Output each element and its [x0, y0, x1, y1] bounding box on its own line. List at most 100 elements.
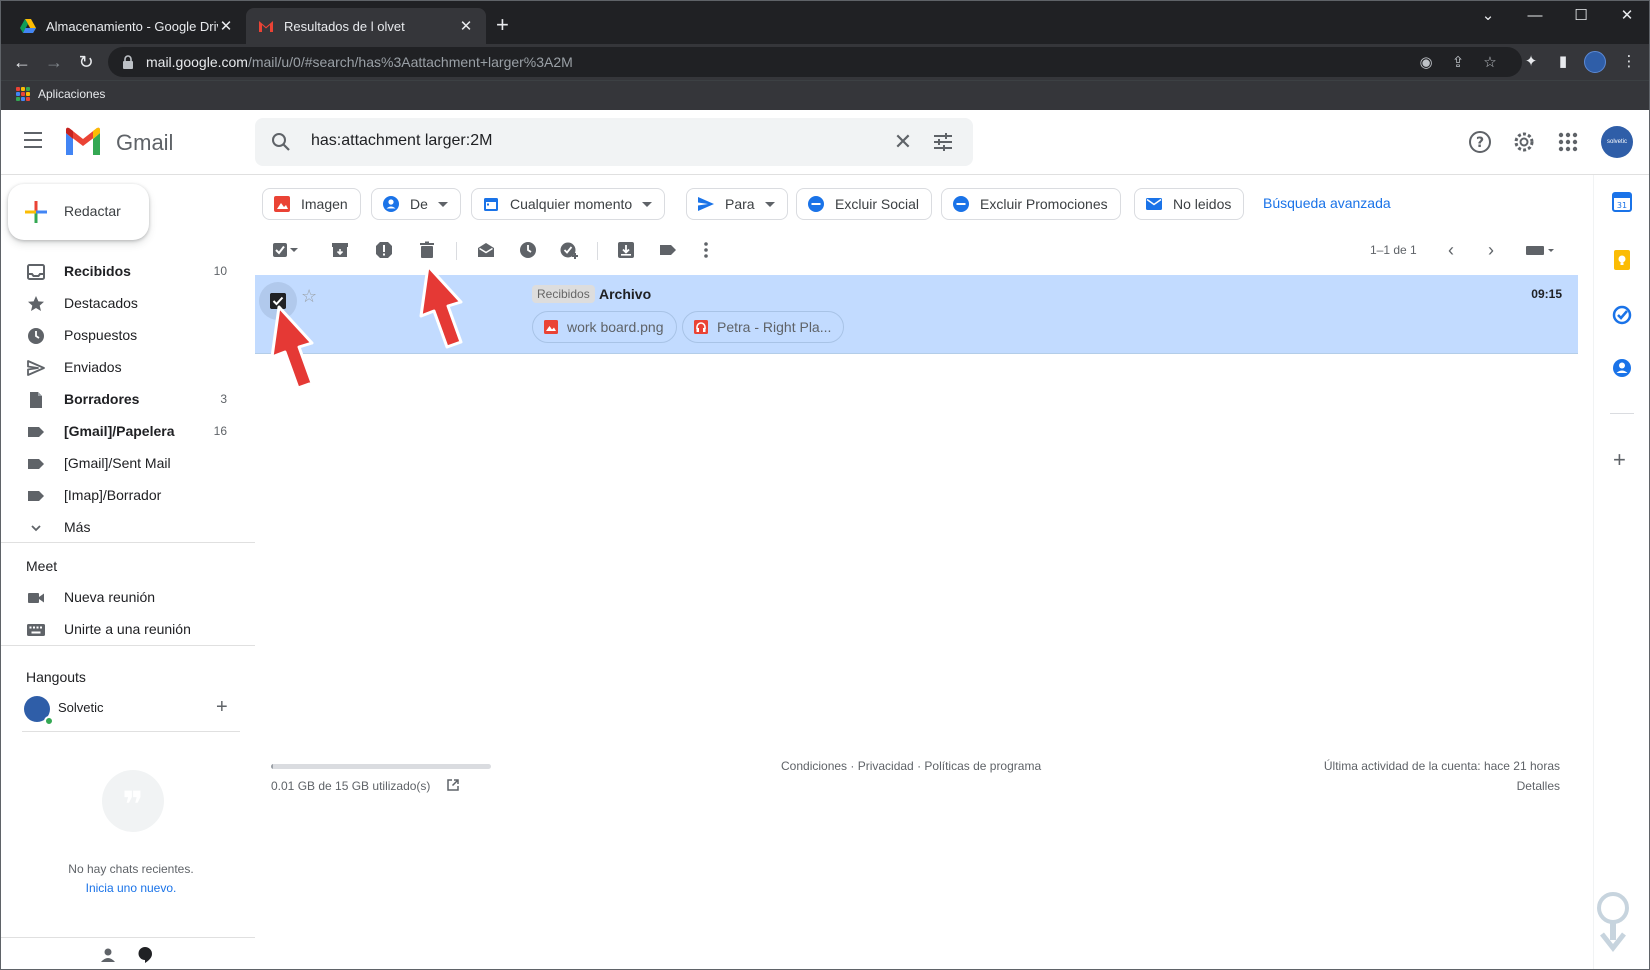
- sidebar-item-label: Más: [64, 519, 91, 535]
- calendar-app-icon[interactable]: 31: [1611, 191, 1633, 213]
- clear-search-icon[interactable]: ✕: [891, 129, 915, 155]
- star-toggle-icon[interactable]: ☆: [301, 286, 317, 307]
- sidebar-item-pospuestos[interactable]: Pospuestos: [0, 319, 255, 351]
- get-addons-plus-icon[interactable]: +: [1613, 447, 1626, 473]
- sidebar-item-label: Pospuestos: [64, 327, 138, 343]
- new-tab-button[interactable]: +: [496, 12, 509, 38]
- meet-join-meeting[interactable]: Unirte a una reunión: [0, 613, 255, 645]
- compose-label: Redactar: [64, 203, 121, 219]
- label-icon: [28, 459, 44, 469]
- tasks-app-icon[interactable]: [1611, 304, 1633, 326]
- share-icon[interactable]: ⇪: [1447, 53, 1469, 71]
- archive-icon[interactable]: [330, 240, 350, 260]
- keep-app-icon[interactable]: [1611, 249, 1633, 271]
- sidebar-item-papelera[interactable]: [Gmail]/Papelera 16: [0, 415, 255, 447]
- eye-off-icon[interactable]: ◉: [1415, 53, 1437, 71]
- attachment-chip[interactable]: Petra - Right Pla...: [682, 311, 845, 343]
- minimize-button[interactable]: —: [1520, 4, 1550, 28]
- chip-de[interactable]: De: [371, 188, 461, 220]
- chip-para[interactable]: Para: [686, 188, 788, 220]
- side-panel-icon[interactable]: ▮: [1552, 50, 1574, 74]
- start-new-chat-link[interactable]: Inicia uno nuevo.: [0, 881, 262, 895]
- label-icon: [28, 427, 44, 437]
- account-avatar[interactable]: solvetic: [1601, 126, 1633, 158]
- search-input[interactable]: has:attachment larger:2M: [311, 132, 492, 150]
- search-options-icon[interactable]: [931, 130, 955, 154]
- sidebar-item-label: Enviados: [64, 359, 122, 375]
- help-icon[interactable]: ?: [1466, 128, 1494, 156]
- chevron-down-icon: [437, 201, 448, 207]
- more-actions-icon[interactable]: [696, 240, 716, 260]
- footer-policy-links[interactable]: Condiciones · Privacidad · Políticas de …: [781, 759, 1041, 773]
- chip-cualquier-momento[interactable]: Cualquier momento: [471, 188, 666, 220]
- reload-button[interactable]: ↻: [74, 50, 98, 74]
- hangouts-user[interactable]: Solvetic +: [22, 692, 242, 726]
- chip-excluir-social[interactable]: Excluir Social: [796, 188, 933, 220]
- meet-new-meeting[interactable]: Nueva reunión: [0, 581, 255, 613]
- person-icon[interactable]: [99, 946, 117, 964]
- main-menu-icon[interactable]: [24, 132, 48, 152]
- gmail-logo[interactable]: [64, 127, 102, 157]
- report-spam-icon[interactable]: [374, 240, 394, 260]
- bookmark-label: Aplicaciones: [38, 87, 106, 101]
- address-bar[interactable]: mail.google.com/mail/u/0/#search/has%3Aa…: [108, 47, 1522, 77]
- move-to-icon[interactable]: [616, 240, 636, 260]
- mark-as-read-icon[interactable]: [476, 240, 496, 260]
- chip-no-leidos[interactable]: No leidos: [1134, 188, 1245, 220]
- sidebar-item-mas[interactable]: Más: [0, 511, 255, 543]
- profile-avatar[interactable]: [1584, 51, 1606, 73]
- search-bar[interactable]: has:attachment larger:2M ✕: [255, 118, 973, 166]
- bookmark-apps[interactable]: Aplicaciones: [16, 87, 105, 101]
- advanced-search-link[interactable]: Búsqueda avanzada: [1263, 195, 1391, 211]
- input-tools-keyboard-icon[interactable]: [1524, 240, 1558, 260]
- search-icon[interactable]: [269, 130, 293, 154]
- pagination-count: 1–1 de 1: [1370, 243, 1417, 257]
- settings-gear-icon[interactable]: [1510, 128, 1538, 156]
- forward-button[interactable]: →: [42, 50, 66, 74]
- activity-details-link[interactable]: Detalles: [1517, 779, 1560, 793]
- sidebar-item-sent-mail[interactable]: [Gmail]/Sent Mail: [0, 447, 255, 479]
- tab-search-chevron-icon[interactable]: ⌄: [1473, 4, 1503, 28]
- side-panel: 31 +: [1593, 175, 1650, 970]
- sidebar-item-imap-borrador[interactable]: [Imap]/Borrador: [0, 479, 255, 511]
- snooze-clock-icon[interactable]: [518, 240, 538, 260]
- sidebar-item-destacados[interactable]: Destacados: [0, 287, 255, 319]
- hangouts-icon[interactable]: [136, 946, 154, 964]
- contacts-app-icon[interactable]: [1611, 357, 1633, 379]
- open-external-icon[interactable]: [446, 778, 460, 792]
- chip-imagen[interactable]: Imagen: [262, 188, 361, 220]
- add-to-tasks-icon[interactable]: [559, 240, 579, 260]
- add-chat-icon[interactable]: +: [216, 696, 228, 719]
- apps-grid-icon: [16, 87, 30, 101]
- browser-tab-drive[interactable]: Almacenamiento - Google Drive ✕: [8, 8, 246, 44]
- chip-label: Excluir Promociones: [980, 196, 1108, 212]
- google-drive-icon: [20, 19, 36, 33]
- back-button[interactable]: ←: [10, 50, 34, 74]
- close-window-button[interactable]: ✕: [1612, 4, 1642, 28]
- send-icon: [698, 197, 714, 211]
- chip-label: No leidos: [1173, 196, 1232, 212]
- image-icon: [274, 196, 290, 212]
- close-icon[interactable]: ✕: [458, 17, 474, 35]
- maximize-button[interactable]: ☐: [1566, 4, 1596, 28]
- browser-tab-gmail[interactable]: Resultados de l olvet ✕: [246, 8, 486, 44]
- google-apps-icon[interactable]: [1554, 128, 1582, 156]
- hangouts-user-name: Solvetic: [58, 700, 104, 715]
- bookmark-star-icon[interactable]: ☆: [1479, 53, 1501, 71]
- more-menu-icon[interactable]: ⋮: [1618, 50, 1640, 74]
- label-as-icon[interactable]: [658, 240, 678, 260]
- newer-page-button[interactable]: ‹: [1448, 240, 1454, 261]
- compose-button[interactable]: Redactar: [8, 184, 149, 240]
- sidebar-divider: [0, 645, 255, 646]
- chip-excluir-promociones[interactable]: Excluir Promociones: [941, 188, 1121, 220]
- attachment-chip[interactable]: work board.png: [532, 311, 677, 343]
- older-page-button[interactable]: ›: [1488, 240, 1494, 261]
- sidebar-item-recibidos[interactable]: Recibidos 10: [0, 255, 255, 287]
- close-icon[interactable]: ✕: [218, 17, 234, 35]
- select-dropdown-icon[interactable]: [288, 240, 300, 260]
- extensions-icon[interactable]: ✦: [1520, 50, 1542, 74]
- email-subject: Archivo: [599, 286, 652, 302]
- sidebar-item-enviados[interactable]: Enviados: [0, 351, 255, 383]
- sidebar-item-borradores[interactable]: Borradores 3: [0, 383, 255, 415]
- delete-trash-icon[interactable]: [417, 240, 437, 260]
